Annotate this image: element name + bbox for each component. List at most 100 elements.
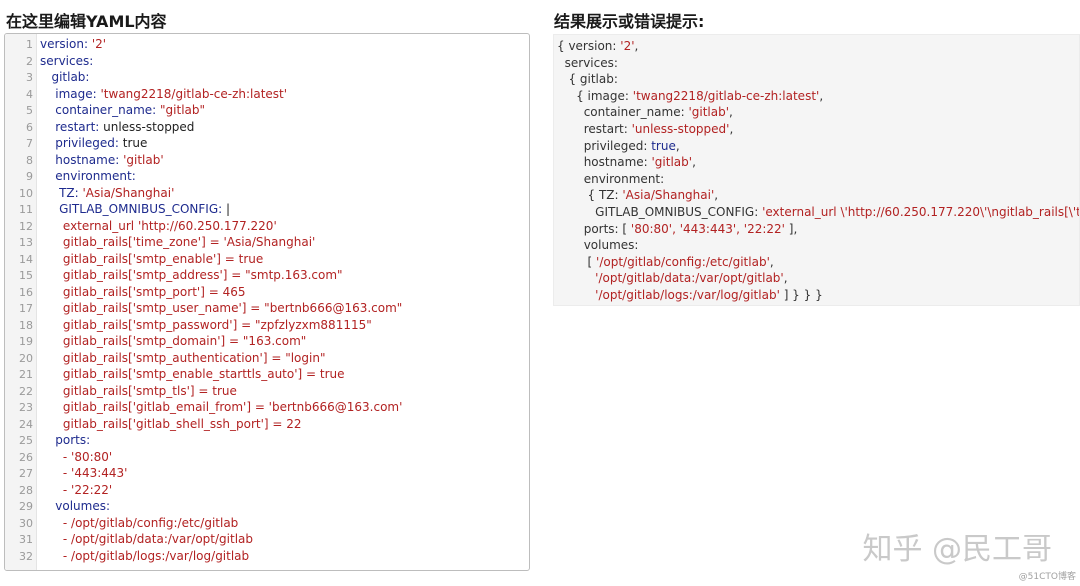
- result-val: 'twang2218/gitlab-ce-zh:latest': [632, 88, 820, 103]
- result-line: hostname: 'gitlab',: [557, 154, 1079, 171]
- editor-line[interactable]: 2 services:: [5, 53, 529, 70]
- result-line: volumes:: [557, 237, 1079, 254]
- yaml-value: - '443:443': [62, 466, 128, 480]
- editor-line[interactable]: 1 version: '2': [5, 36, 529, 53]
- editor-line[interactable]: 20 gitlab_rails['smtp_authentication'] =…: [5, 350, 529, 367]
- line-code: gitlab_rails['smtp_enable_starttls_auto'…: [40, 366, 345, 383]
- result-line: { image: 'twang2218/gitlab-ce-zh:latest'…: [557, 88, 1079, 105]
- result-val: 'external_url \'http://60.250.177.220\'\…: [762, 204, 1080, 219]
- yaml-value: true: [118, 136, 148, 150]
- yaml-key: version:: [40, 37, 88, 51]
- result-post: ,: [692, 155, 696, 170]
- editor-line[interactable]: 7 privileged: true: [5, 135, 529, 152]
- result-val: '2': [620, 39, 635, 53]
- editor-line[interactable]: 22 gitlab_rails['smtp_tls'] = true: [5, 383, 529, 400]
- editor-line[interactable]: 23 gitlab_rails['gitlab_email_from'] = '…: [5, 399, 529, 416]
- result-indent: [557, 172, 584, 186]
- editor-line[interactable]: 12 external_url 'http://60.250.177.220': [5, 218, 529, 235]
- line-code: gitlab_rails['smtp_port'] = 465: [40, 284, 246, 301]
- editor-line[interactable]: 14 gitlab_rails['smtp_enable'] = true: [5, 251, 529, 268]
- result-indent: [557, 288, 595, 302]
- editor-line[interactable]: 8 hostname: 'gitlab': [5, 152, 529, 169]
- result-val: 'unless-stopped': [631, 121, 730, 136]
- line-number: 32: [19, 549, 33, 563]
- line-code: gitlab_rails['gitlab_shell_ssh_port'] = …: [40, 416, 302, 433]
- result-line: ports: [ '80:80', '443:443', '22:22' ],: [557, 221, 1079, 238]
- yaml-value: - /opt/gitlab/config:/etc/gitlab: [62, 515, 239, 530]
- line-number: 3: [26, 71, 33, 84]
- editor-line[interactable]: 3 gitlab:: [5, 69, 529, 86]
- editor-line[interactable]: 16 gitlab_rails['smtp_port'] = 465: [5, 284, 529, 301]
- yaml-key: hostname:: [55, 152, 120, 167]
- line-number: 27: [19, 467, 33, 480]
- line-code: ports:: [40, 432, 90, 449]
- yaml-value: "gitlab": [156, 103, 206, 117]
- result-pre: { version:: [557, 39, 621, 53]
- line-code: version: '2': [40, 36, 106, 53]
- line-number: 21: [19, 368, 33, 381]
- result-post: ,: [714, 188, 719, 203]
- editor-line[interactable]: 21 gitlab_rails['smtp_enable_starttls_au…: [5, 366, 529, 383]
- editor-line[interactable]: 27 - '443:443': [5, 465, 529, 482]
- line-number: 16: [19, 285, 33, 299]
- result-pre: privileged:: [583, 138, 652, 153]
- editor-line[interactable]: 31 - /opt/gitlab/data:/var/opt/gitlab: [5, 531, 529, 548]
- editor-line[interactable]: 19 gitlab_rails['smtp_domain'] = "163.co…: [5, 333, 529, 350]
- yaml-editor[interactable]: 1 version: '2' 2 services: 3 gitlab: 4 image:…: [4, 33, 530, 571]
- editor-line[interactable]: 15 gitlab_rails['smtp_address'] = "smtp.…: [5, 267, 529, 284]
- line-number: 22: [19, 384, 33, 398]
- editor-line[interactable]: 24 gitlab_rails['gitlab_shell_ssh_port']…: [5, 416, 529, 433]
- line-code: TZ: 'Asia/Shanghai': [40, 185, 174, 202]
- result-pre: [: [587, 254, 597, 269]
- line-code: environment:: [40, 168, 135, 185]
- result-pre: GITLAB_OMNIBUS_CONFIG:: [595, 204, 763, 219]
- editor-line[interactable]: 30 - /opt/gitlab/config:/etc/gitlab: [5, 515, 529, 532]
- line-code: - '22:22': [40, 482, 112, 499]
- line-code: container_name: "gitlab": [40, 102, 205, 119]
- editor-line[interactable]: 13 gitlab_rails['time_zone'] = 'Asia/Sha…: [5, 234, 529, 251]
- line-number: 29: [19, 500, 33, 513]
- result-pre: { TZ:: [587, 188, 623, 203]
- editor-title: 在这里编辑YAML内容: [6, 12, 167, 31]
- line-code: restart: unless-stopped: [40, 119, 194, 136]
- yaml-value: gitlab_rails['smtp_domain'] = "163.com": [62, 334, 307, 348]
- editor-line[interactable]: 4 image: 'twang2218/gitlab-ce-zh:latest': [5, 86, 529, 103]
- editor-line[interactable]: 5 container_name: "gitlab": [5, 102, 529, 119]
- line-number: 24: [19, 417, 33, 431]
- result-line: [ '/opt/gitlab/config:/etc/gitlab',: [557, 254, 1079, 271]
- editor-code-area[interactable]: 1 version: '2' 2 services: 3 gitlab: 4 image:…: [5, 36, 529, 564]
- line-number: 6: [26, 120, 33, 134]
- editor-line[interactable]: 26 - '80:80': [5, 449, 529, 466]
- editor-line[interactable]: 29 volumes:: [5, 498, 529, 515]
- line-number: 17: [19, 302, 33, 315]
- yaml-value: gitlab_rails['time_zone'] = 'Asia/Shangh…: [62, 235, 316, 249]
- editor-line[interactable]: 10 TZ: 'Asia/Shanghai': [5, 185, 529, 202]
- line-code: gitlab_rails['smtp_domain'] = "163.com": [40, 333, 306, 350]
- editor-line[interactable]: 18 gitlab_rails['smtp_password'] = "zpfz…: [5, 317, 529, 334]
- editor-line[interactable]: 11 GITLAB_OMNIBUS_CONFIG: |: [5, 201, 529, 218]
- editor-line[interactable]: 28 - '22:22': [5, 482, 529, 499]
- line-number: 20: [19, 351, 33, 365]
- editor-line[interactable]: 25 ports:: [5, 432, 529, 449]
- yaml-value: gitlab_rails['smtp_enable'] = true: [62, 251, 264, 266]
- editor-line[interactable]: 9 environment:: [5, 168, 529, 185]
- line-code: external_url 'http://60.250.177.220': [40, 218, 277, 235]
- editor-line[interactable]: 6 restart: unless-stopped: [5, 119, 529, 136]
- editor-line[interactable]: 17 gitlab_rails['smtp_user_name'] = "ber…: [5, 300, 529, 317]
- editor-line[interactable]: 32 - /opt/gitlab/logs:/var/log/gitlab: [5, 548, 529, 565]
- result-post: ,: [783, 271, 788, 286]
- result-panel: { version: '2', services: { gitlab: { im…: [553, 34, 1080, 306]
- line-code: services:: [40, 53, 93, 70]
- result-line: { version: '2',: [557, 38, 1079, 55]
